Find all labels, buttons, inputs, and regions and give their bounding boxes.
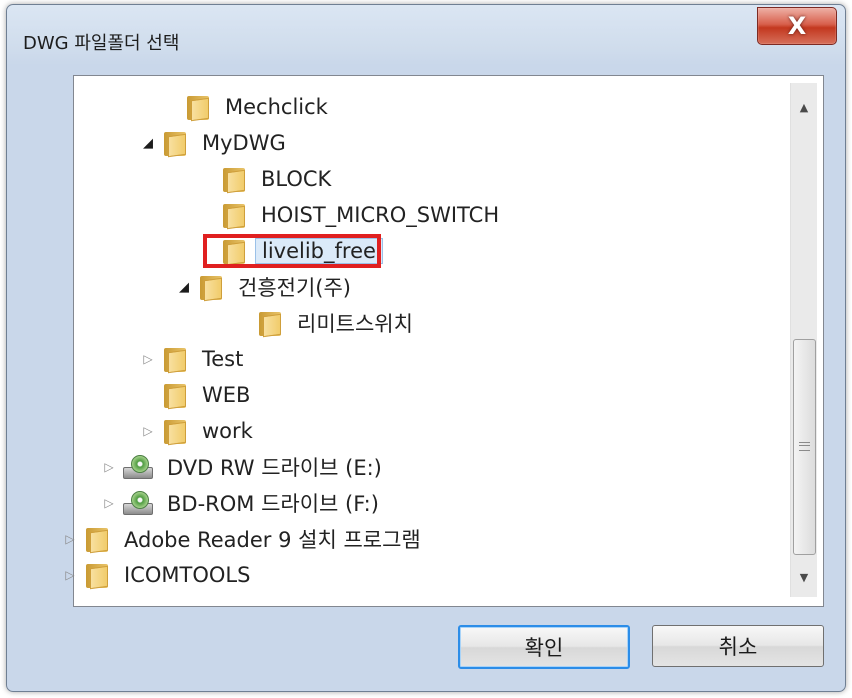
ok-button[interactable]: 확인	[458, 625, 630, 669]
expand-arrow-icon[interactable]: ▷	[140, 424, 156, 438]
tree-item-hoist-micro-switch[interactable]: HOIST_MICRO_SWITCH	[199, 200, 505, 230]
scroll-grip-icon	[799, 442, 810, 451]
folder-icon	[164, 382, 186, 410]
dvd-drive-icon	[123, 455, 153, 479]
folder-icon	[223, 202, 245, 230]
folder-icon	[200, 274, 222, 302]
dvd-drive-icon	[123, 491, 153, 515]
folder-icon	[86, 526, 108, 554]
folder-icon	[223, 166, 245, 194]
scroll-thumb[interactable]	[793, 339, 816, 555]
vertical-scrollbar[interactable]: ▲ ▼	[790, 83, 817, 597]
tree-item-label: work	[202, 419, 253, 443]
tree-item-adobe-reader[interactable]: ▷ Adobe Reader 9 설치 프로그램	[62, 524, 427, 554]
tree-item-label: ICOMTOOLS	[124, 563, 251, 587]
tree-item-test[interactable]: ▷ Test	[140, 344, 249, 374]
tree-item-label: MyDWG	[202, 131, 286, 155]
folder-icon	[164, 346, 186, 374]
folder-icon	[164, 130, 186, 158]
expand-arrow-icon[interactable]: ▷	[101, 460, 117, 474]
tree-item-mechclick[interactable]: Mechclick	[163, 92, 334, 122]
expand-arrow-icon[interactable]: ▷	[62, 568, 78, 582]
expand-arrow-icon[interactable]: ▷	[101, 496, 117, 510]
tree-item-label: Adobe Reader 9 설치 프로그램	[124, 528, 421, 552]
close-icon: X	[787, 12, 807, 40]
tree-item-geonheung[interactable]: ◢ 건흥전기(주)	[176, 272, 357, 302]
tree-item-block[interactable]: BLOCK	[199, 164, 337, 194]
tree-item-label: DVD RW 드라이브 (E:)	[167, 456, 382, 480]
scroll-down-arrow-icon[interactable]: ▼	[791, 563, 817, 593]
tree-item-label: 리미트스위치	[297, 312, 413, 336]
tree-item-label: 건흥전기(주)	[238, 276, 351, 300]
tree-item-label: Mechclick	[225, 95, 328, 119]
tree-item-label: BLOCK	[261, 167, 332, 191]
tree-item-web[interactable]: WEB	[140, 380, 256, 410]
folder-icon	[187, 94, 209, 122]
selection-highlight-box	[203, 234, 381, 268]
tree-item-icomtools[interactable]: ▷ ICOMTOOLS	[62, 560, 256, 590]
tree-item-label: HOIST_MICRO_SWITCH	[261, 203, 500, 227]
tree-item-mydwg[interactable]: ◢ MyDWG	[140, 128, 292, 158]
collapse-arrow-icon[interactable]: ◢	[176, 280, 192, 295]
expand-arrow-icon[interactable]: ▷	[62, 532, 78, 546]
tree-item-label: BD-ROM 드라이브 (F:)	[167, 492, 379, 516]
cancel-button[interactable]: 취소	[652, 625, 824, 667]
tree-item-label: WEB	[202, 383, 251, 407]
tree-item-label: Test	[202, 347, 244, 371]
scroll-up-arrow-icon[interactable]: ▲	[791, 93, 817, 123]
tree-item-work[interactable]: ▷ work	[140, 416, 259, 446]
folder-icon	[86, 562, 108, 590]
folder-icon	[164, 418, 186, 446]
collapse-arrow-icon[interactable]: ◢	[140, 136, 156, 151]
tree-item-limit-switch[interactable]: 리미트스위치	[235, 308, 419, 338]
tree-item-dvd-drive[interactable]: ▷ DVD RW 드라이브 (E:)	[101, 452, 388, 482]
dialog-title: DWG 파일폴더 선택	[23, 33, 180, 54]
expand-arrow-icon[interactable]: ▷	[140, 352, 156, 366]
folder-icon	[259, 310, 281, 338]
tree-item-bd-rom-drive[interactable]: ▷ BD-ROM 드라이브 (F:)	[101, 488, 385, 518]
close-button[interactable]: X	[757, 7, 837, 45]
